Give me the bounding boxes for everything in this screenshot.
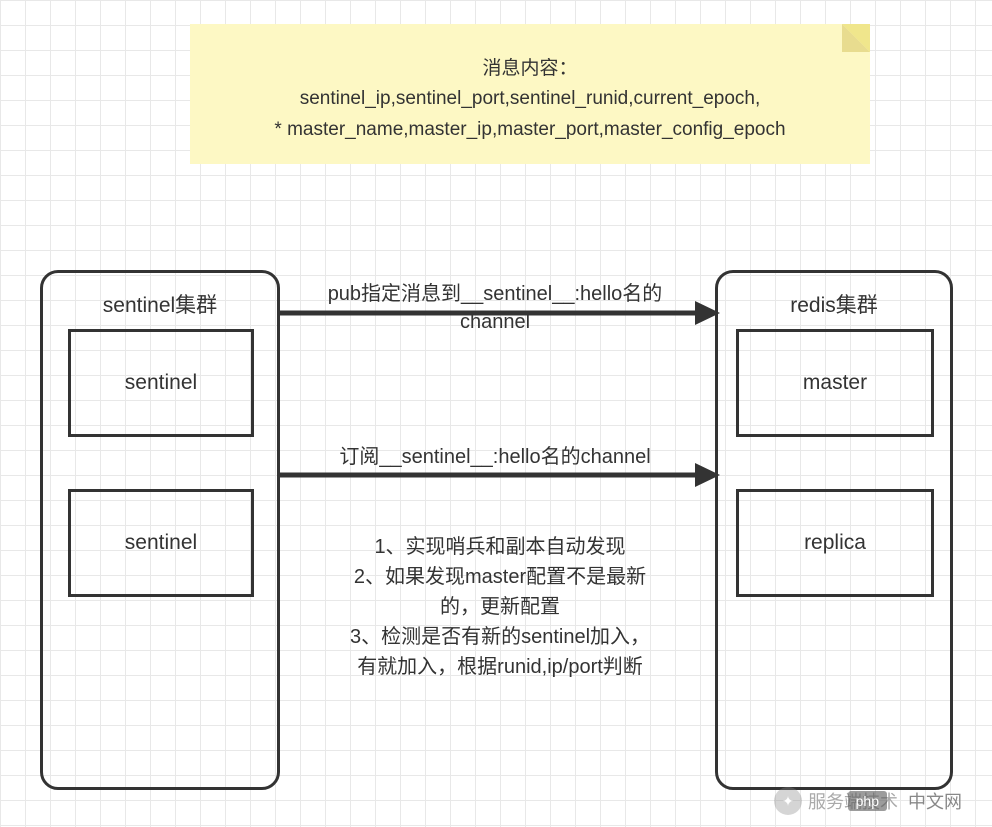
note-line2: * master_name,master_ip,master_port,mast… [215, 115, 845, 145]
replica-node: replica [736, 489, 934, 597]
watermark-cn: 中文网 [908, 788, 962, 814]
sentinel-node-2: sentinel [68, 489, 254, 597]
sentinel-cluster: sentinel集群 sentinel sentinel [40, 270, 280, 790]
sentinel-node-1: sentinel [68, 329, 254, 437]
redis-cluster-title: redis集群 [718, 289, 950, 319]
sentinel-node-1-label: sentinel [125, 371, 197, 395]
wechat-icon: ✦ [774, 787, 802, 815]
replica-node-label: replica [804, 531, 866, 555]
notes-item-2: 2、如果发现master配置不是最新的，更新配置 [340, 562, 660, 622]
note-title: 消息内容： [215, 54, 845, 84]
note-line1: sentinel_ip,sentinel_port,sentinel_runid… [215, 84, 845, 114]
notes-list: 1、实现哨兵和副本自动发现 2、如果发现master配置不是最新的，更新配置 3… [340, 532, 660, 682]
php-tag: php [848, 791, 887, 811]
sentinel-cluster-title: sentinel集群 [43, 289, 277, 319]
arrow-sub [280, 445, 720, 510]
arrow-pub [280, 283, 720, 348]
sentinel-node-2-label: sentinel [125, 531, 197, 555]
notes-item-1: 1、实现哨兵和副本自动发现 [340, 532, 660, 562]
notes-item-3: 3、检测是否有新的sentinel加入，有就加入，根据runid,ip/port… [340, 622, 660, 682]
master-node: master [736, 329, 934, 437]
redis-cluster: redis集群 master replica [715, 270, 953, 790]
master-node-label: master [803, 371, 867, 395]
message-note: 消息内容： sentinel_ip,sentinel_port,sentinel… [190, 24, 870, 164]
